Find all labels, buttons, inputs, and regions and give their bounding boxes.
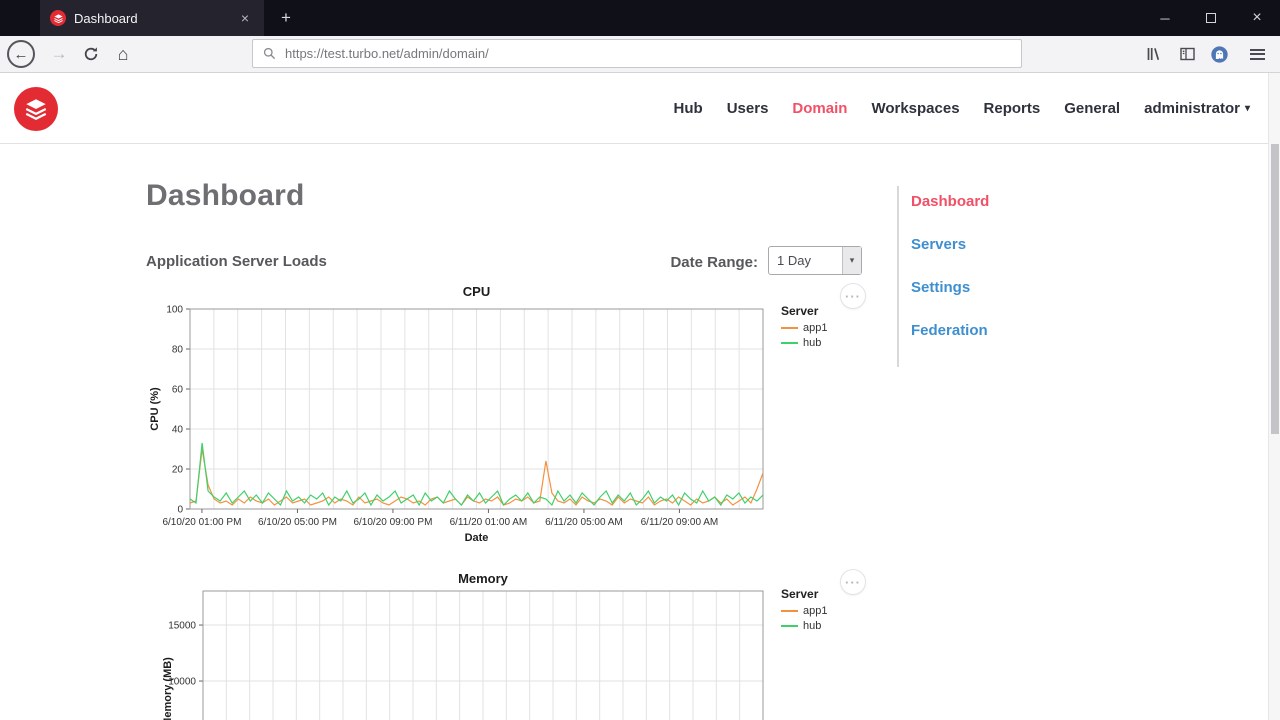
- nav-users[interactable]: Users: [727, 100, 769, 117]
- maximize-icon: [1206, 13, 1216, 23]
- extension-ghost-button[interactable]: [1206, 42, 1232, 66]
- legend-item-app1: app1: [781, 605, 871, 617]
- legend-item-hub: hub: [781, 337, 871, 349]
- site-nav: Hub Users Domain Workspaces Reports Gene…: [674, 73, 1250, 143]
- tab-title: Dashboard: [74, 10, 138, 26]
- nav-domain[interactable]: Domain: [792, 100, 847, 117]
- menu-button[interactable]: [1244, 42, 1270, 66]
- svg-text:CPU (%): CPU (%): [149, 387, 161, 431]
- svg-text:6/10/20 01:00 PM: 6/10/20 01:00 PM: [162, 517, 241, 528]
- cpu-legend: Server app1 hub: [781, 304, 871, 352]
- svg-text:15000: 15000: [168, 621, 196, 632]
- svg-text:60: 60: [172, 385, 184, 396]
- back-button[interactable]: ←: [7, 40, 35, 68]
- forward-button[interactable]: →: [44, 39, 74, 69]
- minimize-button[interactable]: ─: [1142, 0, 1188, 36]
- nav-hub[interactable]: Hub: [674, 100, 703, 117]
- chevron-down-icon: ▾: [1244, 102, 1250, 114]
- legend-item-app1: app1: [781, 322, 871, 334]
- section-title: Application Server Loads: [146, 253, 327, 270]
- svg-text:20: 20: [172, 465, 184, 476]
- memory-chart: 0500010000150006/10/20 01:00 PM6/10/20 0…: [162, 590, 764, 720]
- scrollbar-thumb[interactable]: [1271, 144, 1279, 434]
- hamburger-icon: [1249, 48, 1265, 60]
- nav-reports[interactable]: Reports: [984, 100, 1041, 117]
- svg-text:100: 100: [166, 305, 183, 316]
- svg-text:6/11/20 01:00 AM: 6/11/20 01:00 AM: [450, 517, 528, 528]
- title-bar: Dashboard × + ─ ×: [0, 0, 1280, 36]
- date-range-label: Date Range:: [670, 254, 758, 271]
- svg-text:Date: Date: [465, 532, 489, 544]
- svg-text:0: 0: [177, 505, 183, 516]
- library-icon: [1147, 48, 1159, 60]
- sidebar-toggle-button[interactable]: [1174, 42, 1200, 66]
- browser-toolbar: ← → ⌂ https://test.turbo.net/admin/domai…: [0, 36, 1280, 73]
- cpu-chart-menu-button[interactable]: ···: [840, 283, 866, 309]
- reload-button[interactable]: [76, 39, 106, 69]
- page-side-menu: Dashboard Servers Settings Federation: [897, 186, 1067, 367]
- sidebar-icon: [1179, 47, 1195, 61]
- app1-swatch: [781, 610, 798, 612]
- sidebar-item-servers[interactable]: Servers: [911, 236, 1067, 253]
- ghost-extension-icon: [1210, 45, 1228, 63]
- reload-icon: [84, 47, 98, 61]
- page-scrollbar[interactable]: [1268, 73, 1280, 720]
- cpu-chart: 0 20 40 60 80 100 6/10/20 01:00 PM 6/10/20 05:0…: [149, 305, 764, 544]
- hub-swatch: [781, 342, 798, 344]
- hub-swatch: [781, 625, 798, 627]
- library-button[interactable]: [1140, 42, 1166, 66]
- browser-window: Dashboard × + ─ × ← → ⌂ https://test.tur…: [0, 0, 1280, 720]
- cpu-chart-block: CPU 0 20 40 60 80 100 6/10/20 01:00 PM 6/10/20 …: [140, 283, 880, 571]
- layers-icon: [25, 99, 47, 120]
- site-favicon-icon: [50, 10, 66, 26]
- memory-chart-menu-button[interactable]: ···: [840, 569, 866, 595]
- home-button[interactable]: ⌂: [108, 39, 138, 69]
- turbo-logo[interactable]: [14, 87, 58, 131]
- svg-text:Memory (MB): Memory (MB): [162, 657, 174, 720]
- sidebar-item-federation[interactable]: Federation: [911, 322, 1067, 339]
- svg-text:6/11/20 09:00 AM: 6/11/20 09:00 AM: [641, 517, 719, 528]
- svg-text:40: 40: [172, 425, 184, 436]
- app1-swatch: [781, 327, 798, 329]
- memory-chart-block: Memory 0500010000150006/10/20 01:00 PM6/…: [140, 569, 880, 720]
- nav-workspaces[interactable]: Workspaces: [871, 100, 959, 117]
- svg-text:6/11/20 05:00 AM: 6/11/20 05:00 AM: [545, 517, 623, 528]
- browser-tab[interactable]: Dashboard ×: [40, 0, 264, 36]
- nav-administrator-dropdown[interactable]: administrator ▾: [1144, 100, 1250, 117]
- select-caret-icon: ▾: [842, 247, 861, 274]
- svg-text:80: 80: [172, 345, 184, 356]
- tab-close-icon[interactable]: ×: [236, 10, 254, 26]
- url-text: https://test.turbo.net/admin/domain/: [285, 46, 489, 61]
- new-tab-button[interactable]: +: [272, 4, 300, 32]
- maximize-button[interactable]: [1188, 0, 1234, 36]
- sidebar-item-settings[interactable]: Settings: [911, 279, 1067, 296]
- search-icon: [263, 47, 276, 60]
- sidebar-item-dashboard[interactable]: Dashboard: [911, 193, 1067, 210]
- close-window-button[interactable]: ×: [1234, 0, 1280, 36]
- header-divider: [0, 143, 1280, 144]
- url-bar[interactable]: https://test.turbo.net/admin/domain/: [252, 39, 1022, 68]
- svg-text:6/10/20 05:00 PM: 6/10/20 05:00 PM: [258, 517, 337, 528]
- svg-text:6/10/20 09:00 PM: 6/10/20 09:00 PM: [353, 517, 432, 528]
- window-controls: ─ ×: [1142, 0, 1280, 36]
- date-range-select[interactable]: 1 Day ▾: [768, 246, 862, 275]
- legend-item-hub: hub: [781, 620, 871, 632]
- page-title: Dashboard: [146, 179, 305, 212]
- date-range-value: 1 Day: [777, 253, 811, 268]
- web-page: Hub Users Domain Workspaces Reports Gene…: [0, 73, 1280, 720]
- nav-general[interactable]: General: [1064, 100, 1120, 117]
